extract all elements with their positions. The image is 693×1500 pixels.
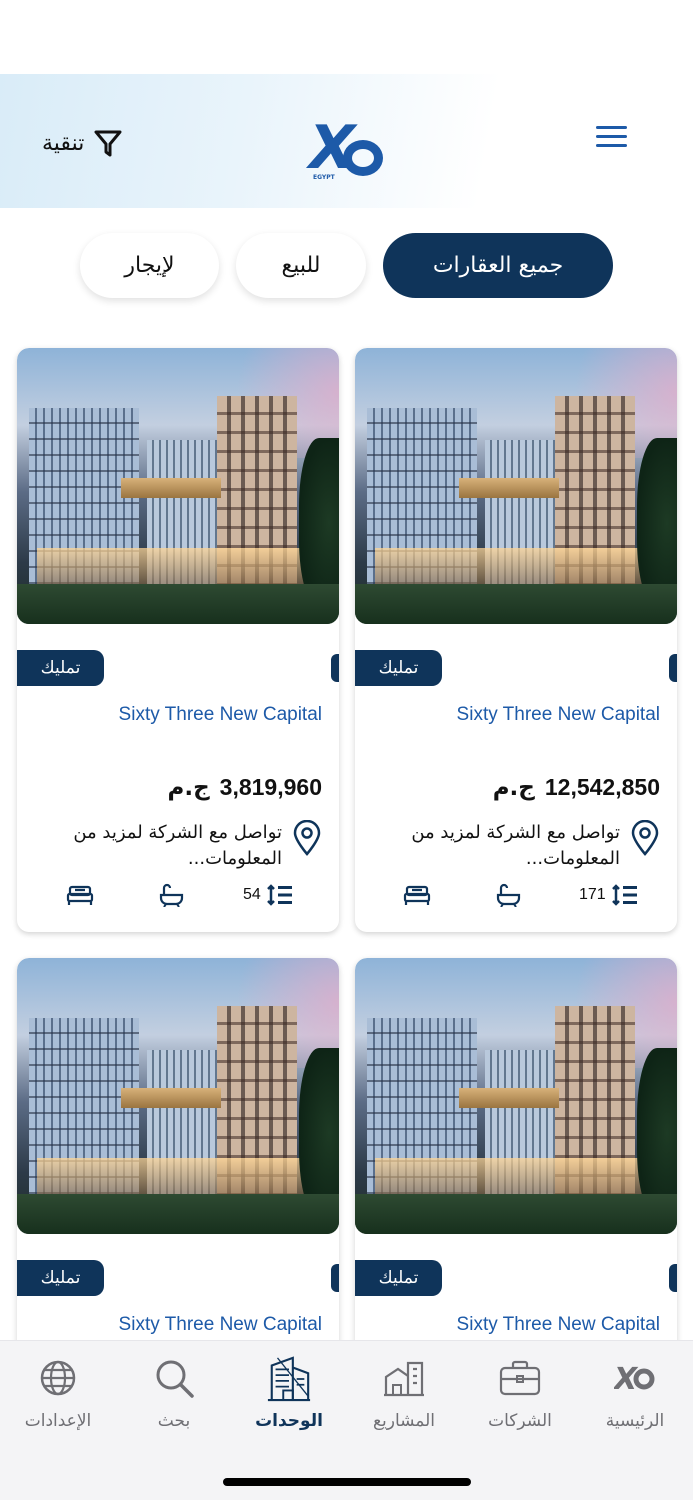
nav-settings[interactable]: الإعدادات	[8, 1355, 108, 1435]
nav-label: الرئيسية	[605, 1411, 665, 1431]
nav-label: بحث	[157, 1411, 191, 1431]
unit-price: 12,542,850 ج.م	[493, 774, 660, 801]
ownership-badge: تمليك	[355, 650, 442, 686]
app-header: X EGYPT تنقية	[0, 74, 693, 208]
tab-for-rent[interactable]: لإيجار	[80, 233, 219, 298]
nav-projects[interactable]: المشاريع	[354, 1355, 454, 1435]
bed-icon	[403, 885, 431, 905]
location-pin-icon	[293, 820, 321, 856]
nav-label: المشاريع	[372, 1411, 436, 1431]
nav-companies[interactable]: الشركات	[470, 1355, 570, 1435]
nav-label: الإعدادات	[24, 1411, 92, 1431]
area-count: 54	[243, 886, 261, 903]
unit-price: 3,819,960 ج.م	[168, 774, 323, 801]
nav-search[interactable]: بحث	[124, 1355, 224, 1435]
nav-home[interactable]: X الرئيسية	[585, 1355, 685, 1435]
listing-type-tabs: جميع العقارات للبيع لإيجار	[0, 233, 693, 299]
unit-card[interactable]: تمليك Sixty Three New Capital	[355, 958, 677, 1378]
unit-features: 54	[17, 880, 339, 910]
menu-icon-line	[595, 126, 627, 129]
area-icon	[266, 884, 292, 906]
badge-tab	[669, 1264, 677, 1292]
unit-title[interactable]: Sixty Three New Capital	[457, 1314, 660, 1336]
tab-for-sale[interactable]: للبيع	[236, 233, 366, 298]
ownership-badge: تمليك	[355, 1260, 442, 1296]
tab-all-properties[interactable]: جميع العقارات	[383, 233, 613, 298]
badge-tab	[331, 654, 339, 682]
badge-tab	[331, 1264, 339, 1292]
property-image	[17, 958, 339, 1234]
unit-title[interactable]: Sixty Three New Capital	[457, 704, 660, 726]
briefcase-icon	[497, 1355, 543, 1401]
globe-icon	[35, 1355, 81, 1401]
property-image	[17, 348, 339, 624]
unit-title[interactable]: Sixty Three New Capital	[119, 704, 322, 726]
bottom-tab-bar: X الرئيسية الشركات المشاريع الوحدات بحث …	[0, 1340, 693, 1500]
xo-logo-icon: X	[612, 1355, 658, 1401]
menu-icon-line	[595, 144, 627, 147]
bath-feature	[158, 880, 184, 910]
ownership-badge: تمليك	[17, 1260, 104, 1296]
area-icon	[611, 884, 637, 906]
bed-icon	[66, 885, 94, 905]
unit-title[interactable]: Sixty Three New Capital	[119, 1314, 322, 1336]
location-text: تواصل مع الشركة لمزيد من المعلومات...	[73, 822, 282, 869]
unit-features: 171	[355, 880, 677, 910]
nav-label: الشركات	[488, 1411, 552, 1431]
home-indicator	[223, 1478, 471, 1486]
bed-feature	[66, 880, 94, 910]
bath-feature	[495, 880, 521, 910]
menu-icon-line	[595, 135, 627, 138]
logo-o	[343, 140, 383, 176]
property-image	[355, 348, 677, 624]
unit-location: تواصل مع الشركة لمزيد من المعلومات...	[32, 820, 322, 872]
unit-card[interactable]: تمليك Sixty Three New Capital 3,819,960 …	[17, 348, 339, 932]
location-pin-icon	[631, 820, 659, 856]
bed-feature	[403, 880, 431, 910]
units-icon	[266, 1355, 312, 1402]
area-feature: 171	[579, 880, 638, 910]
bathtub-icon	[496, 883, 521, 907]
buildings-icon	[381, 1355, 427, 1401]
nav-units[interactable]: الوحدات	[239, 1355, 339, 1435]
xo-egypt-logo: X EGYPT	[305, 118, 389, 188]
bathtub-icon	[159, 883, 184, 907]
area-count: 171	[579, 886, 606, 903]
price-value: 12,542,850	[544, 774, 660, 800]
filter-label: تنقية	[42, 130, 85, 156]
price-value: 3,819,960	[219, 774, 322, 800]
property-image	[355, 958, 677, 1234]
ownership-badge: تمليك	[17, 650, 104, 686]
unit-location: تواصل مع الشركة لمزيد من المعلومات...	[370, 820, 660, 872]
menu-button[interactable]	[591, 126, 631, 156]
unit-card[interactable]: تمليك Sixty Three New Capital	[17, 958, 339, 1378]
area-feature: 54	[243, 880, 293, 910]
price-currency: ج.م	[492, 775, 535, 801]
badge-tab	[669, 654, 677, 682]
logo-subtitle: EGYPT	[313, 174, 335, 181]
search-icon	[151, 1355, 197, 1401]
filter-icon	[94, 130, 122, 157]
filter-button[interactable]: تنقية	[42, 126, 122, 160]
nav-label: الوحدات	[255, 1411, 323, 1431]
location-text: تواصل مع الشركة لمزيد من المعلومات...	[411, 822, 620, 869]
price-currency: ج.م	[167, 775, 210, 801]
logo-x: X	[309, 113, 355, 183]
unit-card[interactable]: تمليك Sixty Three New Capital 12,542,850…	[355, 348, 677, 932]
